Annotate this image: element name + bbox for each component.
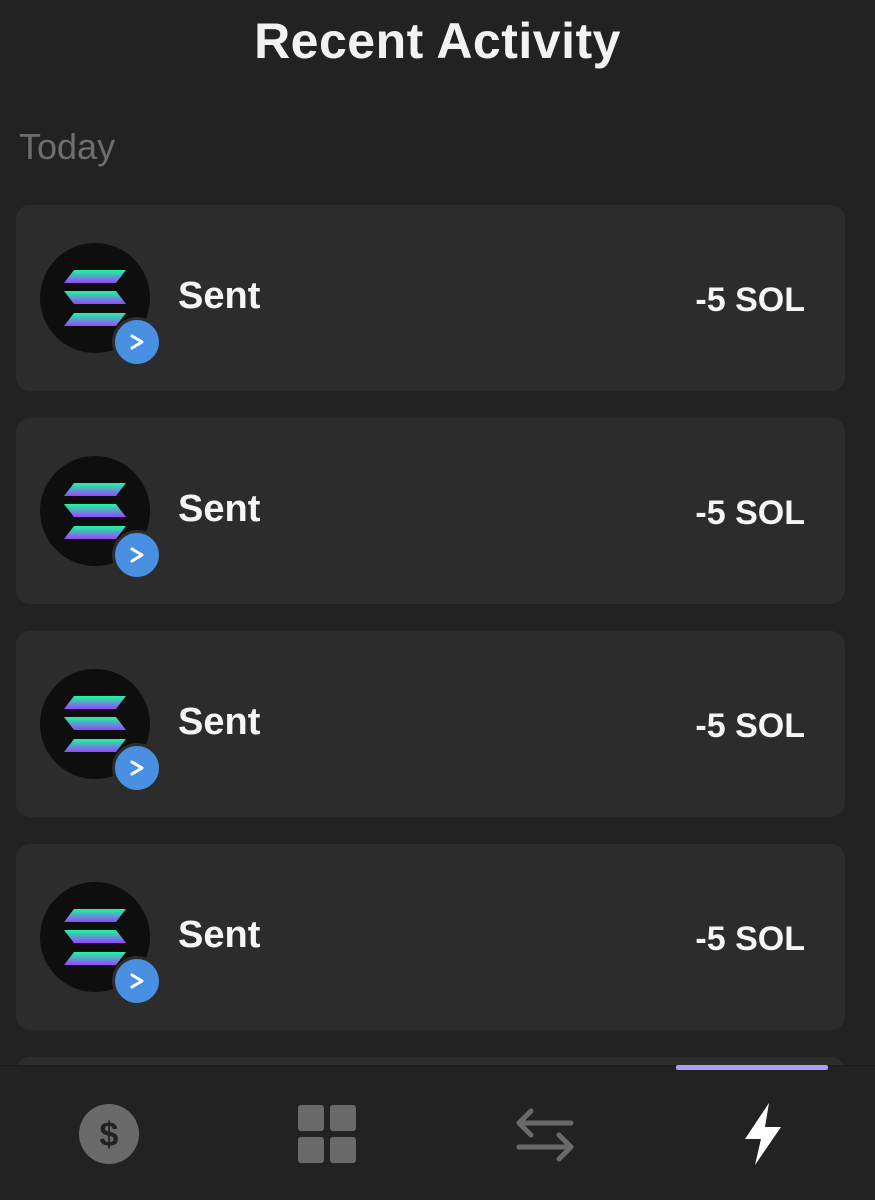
- nav-tab-activity[interactable]: [654, 1066, 872, 1200]
- activity-row[interactable]: Sent -5 SOL: [16, 844, 845, 1030]
- bottom-nav: $: [0, 1065, 875, 1200]
- activity-screen: Recent Activity Today Sent -5 SOL Sent -…: [0, 0, 875, 1200]
- activity-amount: -5 SOL: [695, 494, 805, 532]
- svg-text:$: $: [100, 1116, 119, 1154]
- lightning-icon: [745, 1102, 781, 1165]
- swap-icon: [516, 1108, 574, 1161]
- activity-label: Sent: [178, 701, 261, 743]
- header: Recent Activity: [0, 0, 875, 90]
- dollar-icon: $: [79, 1103, 139, 1164]
- activity-list: Sent -5 SOL Sent -5 SOL Sent -5 SOL Sent…: [16, 205, 845, 1057]
- grid-icon: [298, 1104, 356, 1163]
- activity-label: Sent: [178, 488, 261, 530]
- active-tab-indicator: [676, 1065, 828, 1070]
- nav-tab-wallet[interactable]: $: [0, 1066, 218, 1200]
- activity-amount: -5 SOL: [695, 707, 805, 745]
- page-title: Recent Activity: [254, 13, 621, 69]
- nav-tab-swap[interactable]: [436, 1066, 654, 1200]
- send-arrow-icon: [112, 743, 162, 793]
- activity-row[interactable]: Sent -5 SOL: [16, 418, 845, 604]
- nav-tab-collectibles[interactable]: [218, 1066, 436, 1200]
- activity-amount: -5 SOL: [695, 920, 805, 958]
- activity-label: Sent: [178, 275, 261, 317]
- section-label-today: Today: [19, 126, 116, 167]
- activity-row[interactable]: Sent -5 SOL: [16, 205, 845, 391]
- send-arrow-icon: [112, 317, 162, 367]
- activity-label: Sent: [178, 914, 261, 956]
- activity-amount: -5 SOL: [695, 281, 805, 319]
- send-arrow-icon: [112, 530, 162, 580]
- send-arrow-icon: [112, 956, 162, 1006]
- activity-row[interactable]: Sent -5 SOL: [16, 631, 845, 817]
